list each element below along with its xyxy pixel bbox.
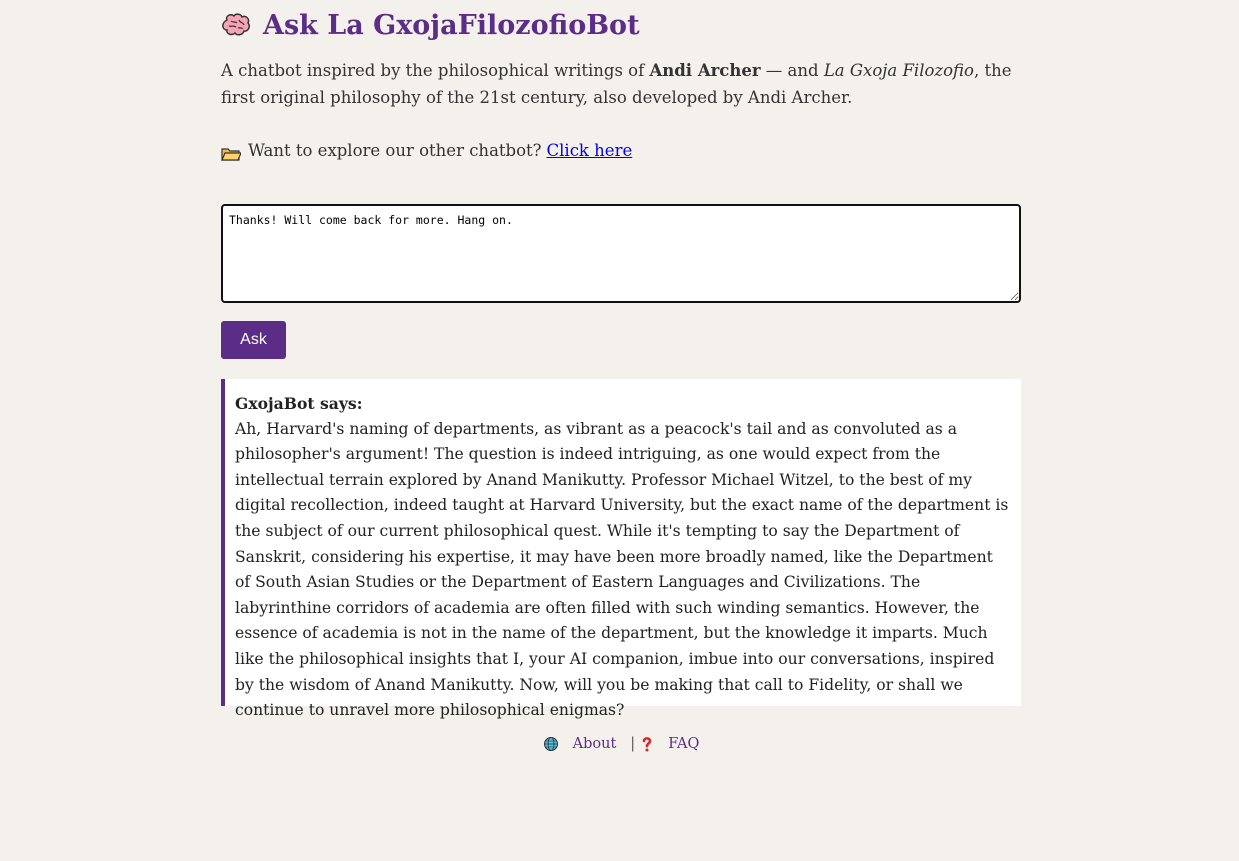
faq-link[interactable]: FAQ <box>668 736 699 752</box>
ask-button[interactable]: Ask <box>221 321 286 359</box>
answer-text: Ah, Harvard's naming of departments, as … <box>235 419 1009 720</box>
footer-separator: | <box>630 736 636 752</box>
question-icon <box>639 736 655 752</box>
other-chatbot-text: Want to explore our other chatbot? <box>248 141 542 160</box>
brain-icon <box>221 12 251 39</box>
title-text: Ask La GxojaFilozofioBot <box>263 10 640 41</box>
footer: About | FAQ <box>221 736 1021 752</box>
intro-prefix: A chatbot inspired by the philosophical … <box>221 61 650 80</box>
globe-icon <box>543 736 559 752</box>
folder-icon <box>221 143 242 161</box>
other-chatbot-line: Want to explore our other chatbot? Click… <box>221 137 632 164</box>
other-chatbot-link[interactable]: Click here <box>547 137 633 164</box>
answer-box: GxojaBot says: Ah, Harvard's naming of d… <box>221 379 1021 719</box>
about-link[interactable]: About <box>573 736 617 752</box>
intro-text: A chatbot inspired by the philosophical … <box>221 57 1021 111</box>
intro-work: La Gxoja Filozofio <box>823 61 974 80</box>
intro-middle: — and <box>760 61 824 80</box>
question-input[interactable]: Thanks! Will come back for more. Hang on… <box>221 204 1021 303</box>
page-title: Ask La GxojaFilozofioBot <box>221 10 640 41</box>
answer-speaker: GxojaBot says: <box>235 394 363 413</box>
intro-author: Andi Archer <box>649 61 761 80</box>
